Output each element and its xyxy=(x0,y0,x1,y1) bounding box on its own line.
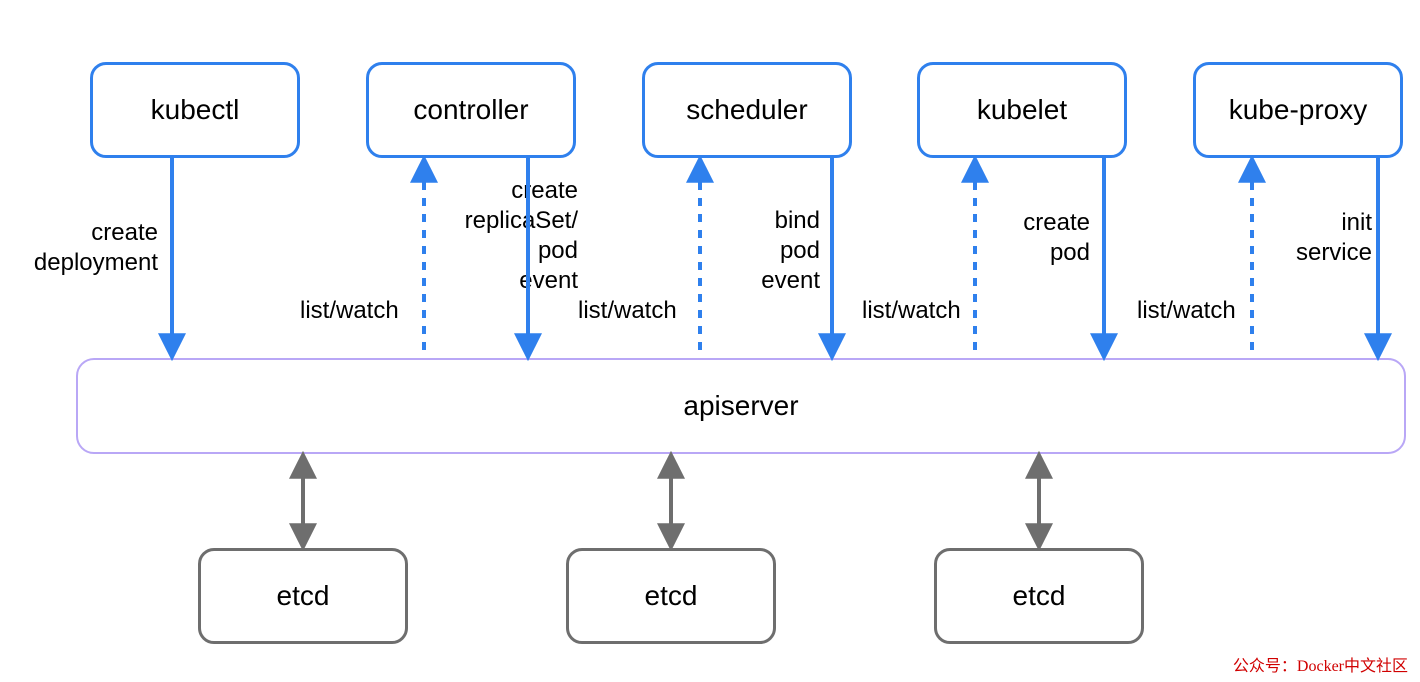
node-kubectl: kubectl xyxy=(90,62,300,158)
node-scheduler-label: scheduler xyxy=(686,94,807,126)
node-controller-label: controller xyxy=(413,94,528,126)
node-etcd-3-label: etcd xyxy=(1013,580,1066,612)
node-apiserver: apiserver xyxy=(76,358,1406,454)
diagram-canvas: kubectl controller scheduler kubelet kub… xyxy=(0,0,1420,682)
node-controller: controller xyxy=(366,62,576,158)
node-etcd-3: etcd xyxy=(934,548,1144,644)
label-kubeproxy-up: list/watch xyxy=(1137,296,1267,326)
node-kubelet-label: kubelet xyxy=(977,94,1067,126)
node-etcd-1-label: etcd xyxy=(277,580,330,612)
label-scheduler-up: list/watch xyxy=(578,296,698,326)
label-scheduler-down: bind pod event xyxy=(740,206,820,296)
label-controller-up: list/watch xyxy=(300,296,420,326)
node-kubeproxy-label: kube-proxy xyxy=(1229,94,1368,126)
watermark: 公众号：Docker中文社区 xyxy=(1233,652,1408,676)
label-controller-down: create replicaSet/ pod event xyxy=(438,176,578,296)
label-kubectl-down: create deployment xyxy=(8,218,158,278)
node-kubelet: kubelet xyxy=(917,62,1127,158)
node-apiserver-label: apiserver xyxy=(683,390,798,422)
node-scheduler: scheduler xyxy=(642,62,852,158)
node-etcd-2-label: etcd xyxy=(645,580,698,612)
label-kubelet-up: list/watch xyxy=(862,296,992,326)
label-kubeproxy-down: init service xyxy=(1282,208,1372,268)
node-kubectl-label: kubectl xyxy=(151,94,240,126)
node-etcd-1: etcd xyxy=(198,548,408,644)
label-kubelet-down: create pod xyxy=(1000,208,1090,268)
node-etcd-2: etcd xyxy=(566,548,776,644)
node-kubeproxy: kube-proxy xyxy=(1193,62,1403,158)
